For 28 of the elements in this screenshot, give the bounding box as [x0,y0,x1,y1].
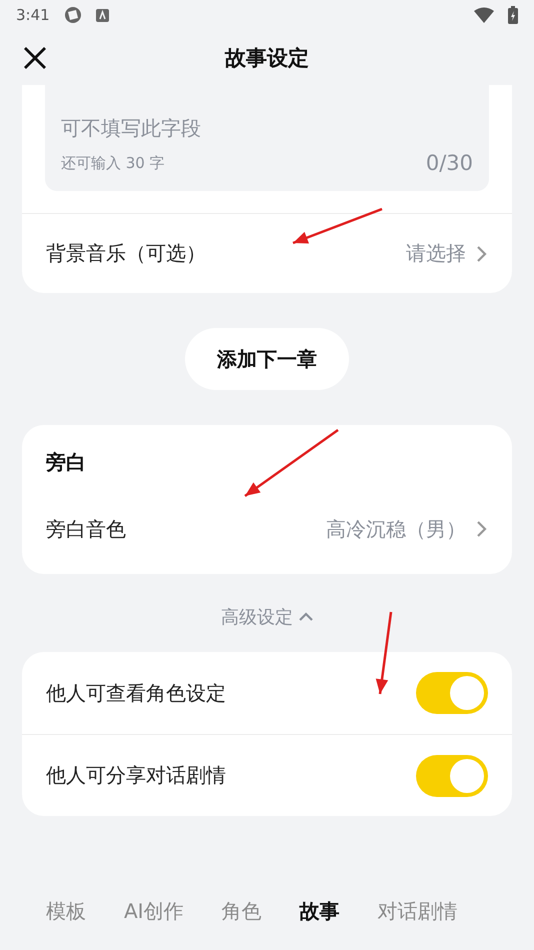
description-input[interactable]: 可不填写此字段 [61,115,473,145]
bottom-tab[interactable]: 对话剧情 [378,898,458,924]
bottom-tab[interactable]: 角色 [222,898,262,924]
permission-label: 他人可查看角色设定 [46,680,226,706]
add-chapter-button[interactable]: 添加下一章 [185,328,349,390]
voice-select[interactable]: 高冷沉稳（男） [326,516,488,542]
narration-title: 旁白 [46,449,86,476]
status-time: 3:41 [16,6,50,24]
keyboard-icon [96,8,109,22]
chevron-right-icon [476,244,488,262]
chevron-right-icon [476,520,488,538]
bottom-tab[interactable]: 故事 [300,898,340,924]
toggle-switch[interactable] [416,754,488,796]
bottom-tab[interactable]: 模板 [46,898,86,924]
remaining-hint: 还可输入 30 字 [61,154,165,172]
description-field[interactable]: 可不填写此字段 还可输入 30 字 0/30 [45,85,489,191]
advanced-toggle[interactable]: 高级设定 [215,604,319,630]
battery-icon [508,6,518,24]
wifi-icon [474,7,494,23]
voice-label: 旁白音色 [46,516,126,542]
permission-label: 他人可分享对话剧情 [46,762,226,789]
music-select[interactable]: 请选择 [406,240,488,267]
music-label: 背景音乐（可选） [46,240,206,267]
chevron-up-icon [299,612,313,622]
page-title: 故事设定 [225,44,309,72]
toggle-switch[interactable] [416,672,488,714]
bottom-tab[interactable]: AI创作 [124,898,184,924]
char-counter: 0/30 [426,151,473,175]
